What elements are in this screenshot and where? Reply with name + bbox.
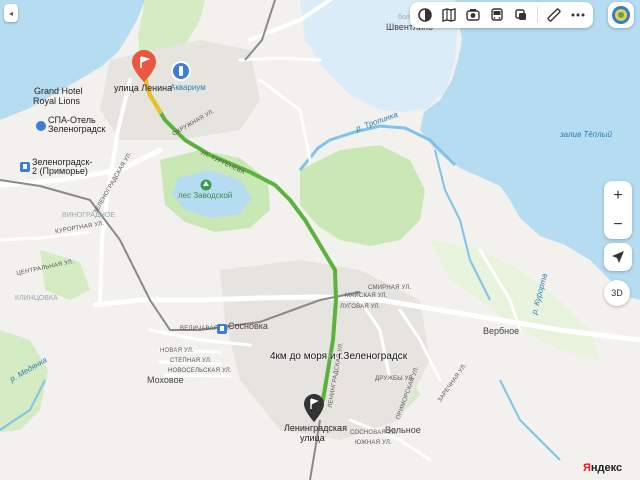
top-toolbar bbox=[410, 2, 593, 28]
train-icon bbox=[217, 324, 227, 334]
label-royal-lions: Royal Lions bbox=[33, 96, 81, 106]
location-arrow-icon bbox=[612, 251, 624, 263]
label-verbnoe: Вербное bbox=[483, 326, 520, 336]
label-vinogradnoe: ВИНОГРАДНОЕ bbox=[62, 212, 116, 219]
collapse-panel-button[interactable]: ◂ bbox=[4, 4, 18, 22]
aquarium-icon bbox=[171, 61, 191, 81]
train-icon bbox=[20, 162, 30, 172]
panorama-button[interactable] bbox=[462, 4, 484, 26]
my-location-button[interactable] bbox=[604, 243, 632, 271]
route-end-name-line1: Ленинградская bbox=[284, 423, 347, 433]
avatar-icon bbox=[612, 6, 630, 24]
route-end-name-line2: улица bbox=[300, 433, 325, 443]
more-icon bbox=[571, 13, 585, 17]
map-book-button[interactable] bbox=[438, 4, 460, 26]
hotel-icon bbox=[36, 121, 46, 131]
label-yuzhnaya: ЮЖНАЯ УЛ. bbox=[355, 440, 392, 446]
layers-button[interactable] bbox=[414, 4, 436, 26]
label-grand-hotel: Grand Hotel bbox=[34, 86, 83, 96]
user-avatar-button[interactable] bbox=[608, 2, 634, 28]
label-zaliv: залив Тёплый bbox=[560, 130, 612, 139]
label-aquarium: Аквариум bbox=[170, 83, 206, 92]
map-book-icon bbox=[442, 8, 456, 22]
ruler-icon bbox=[547, 8, 561, 22]
logo-rest: ндекс bbox=[590, 462, 623, 474]
copy-button[interactable] bbox=[510, 4, 532, 26]
label-stepnaya: СТЕПНАЯ УЛ. bbox=[170, 358, 212, 364]
logo-first-letter: Я bbox=[583, 462, 591, 474]
label-lugovaya: ЛУГОВАЯ УЛ. bbox=[340, 304, 381, 310]
zoom-control: + − bbox=[604, 181, 632, 239]
forest-poi[interactable] bbox=[200, 178, 212, 191]
zoom-out-button[interactable]: − bbox=[604, 210, 632, 239]
pin-marker-icon bbox=[304, 394, 324, 422]
label-les: лес Заводской bbox=[178, 191, 233, 200]
label-spa-hotel-city: Зеленоградск bbox=[48, 124, 106, 134]
zoom-in-button[interactable]: + bbox=[604, 181, 632, 210]
camera-icon bbox=[466, 9, 480, 21]
transport-button[interactable] bbox=[486, 4, 508, 26]
label-smirnaya: СМИРНАЯ УЛ. bbox=[368, 285, 412, 291]
yandex-logo: Яндекс bbox=[583, 462, 622, 474]
label-sosnovaya: СОСНОВАЯ УЛ. bbox=[350, 430, 398, 436]
toolbar-divider bbox=[537, 7, 538, 23]
route-distance-label: 4км до моря и г.Зеленоградск bbox=[270, 351, 408, 362]
ruler-button[interactable] bbox=[543, 4, 565, 26]
station-marker-zelenogradsk[interactable] bbox=[20, 159, 30, 172]
bus-icon bbox=[491, 8, 503, 21]
tree-icon bbox=[200, 179, 212, 191]
label-station-line2: 2 (Приморье) bbox=[32, 166, 88, 176]
more-button[interactable] bbox=[567, 4, 589, 26]
route-start-pin[interactable] bbox=[132, 50, 156, 82]
label-novoselskaya: НОВОСЕЛЬСКАЯ УЛ. bbox=[168, 368, 232, 374]
spa-hotel-marker[interactable] bbox=[36, 118, 46, 131]
pin-marker-icon bbox=[132, 50, 156, 82]
layers-icon bbox=[418, 8, 432, 22]
route-start-name: улица Ленина bbox=[114, 83, 173, 93]
label-klintsovka: КЛИНЦОВКА bbox=[15, 295, 58, 302]
label-mokhovoe: Моховое bbox=[147, 375, 184, 385]
label-sosnovka: Сосновка bbox=[228, 321, 268, 331]
label-mayskaya: МАЙСКАЯ УЛ. bbox=[345, 293, 388, 299]
copy-icon bbox=[515, 9, 526, 20]
aquarium-poi[interactable] bbox=[171, 61, 191, 81]
3d-toggle-button[interactable]: 3D bbox=[604, 280, 630, 306]
route-end-pin[interactable] bbox=[304, 394, 324, 422]
station-marker-sosnovka[interactable] bbox=[217, 321, 227, 334]
label-novaya: НОВАЯ УЛ. bbox=[160, 348, 194, 354]
